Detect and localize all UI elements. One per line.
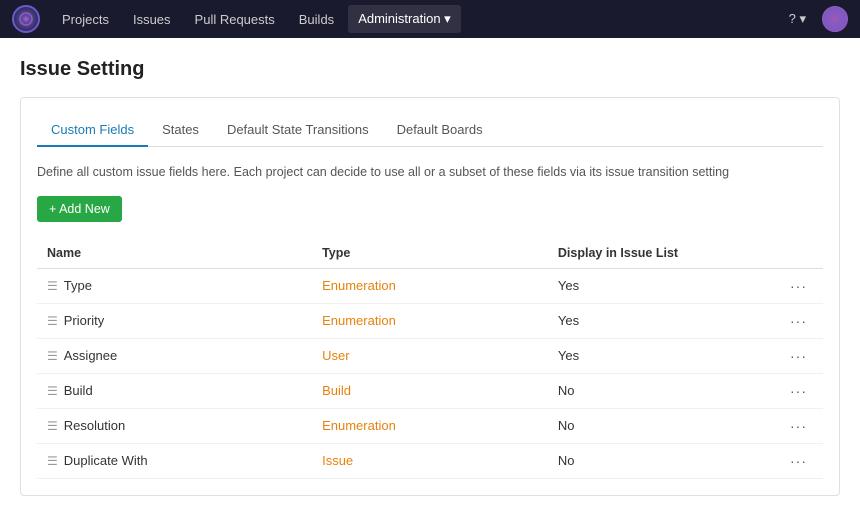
field-display-cell: Yes (548, 338, 745, 373)
display-value: Yes (558, 278, 579, 293)
field-display-cell: No (548, 408, 745, 443)
field-actions-cell: ··· (744, 373, 823, 408)
settings-panel: Custom Fields States Default State Trans… (20, 97, 840, 496)
tabs-bar: Custom Fields States Default State Trans… (37, 114, 823, 147)
field-type-link[interactable]: User (322, 348, 349, 363)
more-actions-button[interactable]: ··· (784, 276, 813, 296)
more-actions-button[interactable]: ··· (784, 346, 813, 366)
field-type-cell: Build (312, 373, 548, 408)
field-name-label: Resolution (64, 418, 125, 433)
field-type-cell: Enumeration (312, 408, 548, 443)
field-display-cell: Yes (548, 303, 745, 338)
field-name-cell: ☰ Type (37, 268, 312, 303)
more-actions-button[interactable]: ··· (784, 311, 813, 331)
field-type-link[interactable]: Issue (322, 453, 353, 468)
topnav-right: ? ▾ (781, 6, 848, 32)
field-name-label: Type (64, 278, 92, 293)
field-display-cell: Yes (548, 268, 745, 303)
nav-pull-requests[interactable]: Pull Requests (185, 6, 285, 33)
nav-administration[interactable]: Administration ▾ (348, 5, 461, 33)
drag-handle-icon[interactable]: ☰ (47, 419, 58, 433)
field-name-label: Priority (64, 313, 104, 328)
drag-handle-icon[interactable]: ☰ (47, 454, 58, 468)
table-row: ☰ Build Build No ··· (37, 373, 823, 408)
field-type-cell: User (312, 338, 548, 373)
field-name-cell: ☰ Build (37, 373, 312, 408)
user-avatar[interactable] (822, 6, 848, 32)
col-header-actions (744, 238, 823, 269)
field-name-cell: ☰ Duplicate With (37, 443, 312, 478)
col-header-name: Name (37, 238, 312, 269)
tab-default-state-transitions[interactable]: Default State Transitions (213, 114, 383, 147)
field-type-link[interactable]: Enumeration (322, 418, 396, 433)
top-navigation: Projects Issues Pull Requests Builds Adm… (0, 0, 860, 38)
tab-states[interactable]: States (148, 114, 213, 147)
more-actions-button[interactable]: ··· (784, 381, 813, 401)
field-actions-cell: ··· (744, 303, 823, 338)
table-row: ☰ Resolution Enumeration No ··· (37, 408, 823, 443)
nav-projects[interactable]: Projects (52, 6, 119, 33)
field-display-cell: No (548, 373, 745, 408)
field-actions-cell: ··· (744, 268, 823, 303)
field-type-cell: Enumeration (312, 268, 548, 303)
display-value: No (558, 383, 575, 398)
field-name-label: Duplicate With (64, 453, 148, 468)
nav-builds[interactable]: Builds (289, 6, 344, 33)
field-name-cell: ☰ Resolution (37, 408, 312, 443)
more-actions-button[interactable]: ··· (784, 451, 813, 471)
field-actions-cell: ··· (744, 443, 823, 478)
field-type-link[interactable]: Enumeration (322, 278, 396, 293)
display-value: No (558, 418, 575, 433)
page-content: Issue Setting Custom Fields States Defau… (0, 38, 860, 516)
add-new-button[interactable]: + Add New (37, 196, 122, 222)
display-value: No (558, 453, 575, 468)
table-row: ☰ Assignee User Yes ··· (37, 338, 823, 373)
more-actions-button[interactable]: ··· (784, 416, 813, 436)
table-row: ☰ Priority Enumeration Yes ··· (37, 303, 823, 338)
nav-issues[interactable]: Issues (123, 6, 181, 33)
field-type-link[interactable]: Enumeration (322, 313, 396, 328)
field-type-cell: Issue (312, 443, 548, 478)
col-header-type: Type (312, 238, 548, 269)
field-actions-cell: ··· (744, 408, 823, 443)
field-name-cell: ☰ Assignee (37, 338, 312, 373)
help-button[interactable]: ? ▾ (781, 7, 814, 31)
field-name-cell: ☰ Priority (37, 303, 312, 338)
drag-handle-icon[interactable]: ☰ (47, 314, 58, 328)
page-title: Issue Setting (20, 58, 840, 81)
table-row: ☰ Duplicate With Issue No ··· (37, 443, 823, 478)
field-display-cell: No (548, 443, 745, 478)
tab-custom-fields[interactable]: Custom Fields (37, 114, 148, 147)
table-row: ☰ Type Enumeration Yes ··· (37, 268, 823, 303)
drag-handle-icon[interactable]: ☰ (47, 349, 58, 363)
app-logo[interactable] (12, 5, 40, 33)
display-value: Yes (558, 348, 579, 363)
field-name-label: Assignee (64, 348, 117, 363)
field-type-link[interactable]: Build (322, 383, 351, 398)
field-type-cell: Enumeration (312, 303, 548, 338)
drag-handle-icon[interactable]: ☰ (47, 384, 58, 398)
drag-handle-icon[interactable]: ☰ (47, 279, 58, 293)
tab-default-boards[interactable]: Default Boards (383, 114, 497, 147)
display-value: Yes (558, 313, 579, 328)
description-text: Define all custom issue fields here. Eac… (37, 163, 823, 182)
custom-fields-table: Name Type Display in Issue List ☰ Type Enu… (37, 238, 823, 479)
field-actions-cell: ··· (744, 338, 823, 373)
col-header-display: Display in Issue List (548, 238, 745, 269)
field-name-label: Build (64, 383, 93, 398)
